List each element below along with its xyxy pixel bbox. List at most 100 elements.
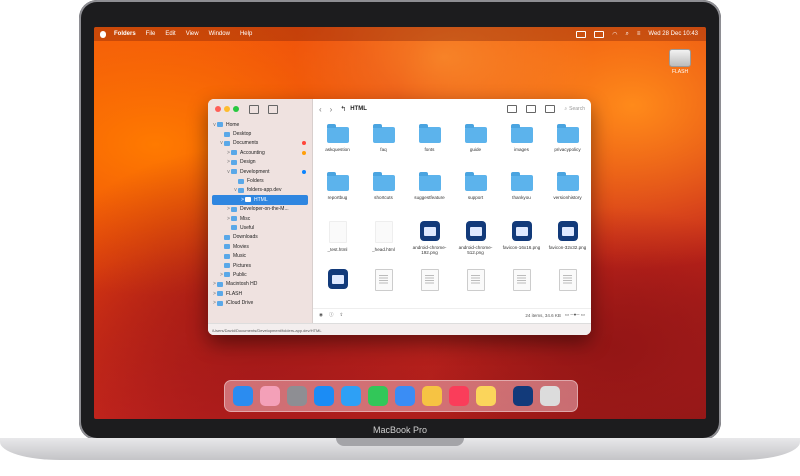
zoom-button[interactable] (233, 106, 239, 112)
file-item[interactable]: android-chrome-512.png (454, 217, 497, 265)
sidebar-item[interactable]: v Development (208, 167, 312, 176)
sidebar-item[interactable]: > Macintosh HD (208, 280, 312, 289)
music-icon[interactable] (449, 386, 469, 406)
sidebar-item[interactable]: > iCloud Drive (208, 298, 312, 307)
menu-help[interactable]: Help (240, 31, 252, 37)
sidebar-item[interactable]: > Developer-on-the-M... (208, 205, 312, 214)
finder-icon[interactable] (233, 386, 253, 406)
menu-app-name[interactable]: Folders (114, 31, 136, 37)
search-field[interactable]: ⌕ Search (564, 106, 585, 112)
file-item[interactable]: shortcuts (362, 169, 405, 217)
sidebar-item-label: FLASH (226, 290, 243, 297)
file-item[interactable]: thankyou (500, 169, 543, 217)
photos-icon[interactable] (422, 386, 442, 406)
sidebar-item[interactable]: v Home (208, 120, 312, 129)
sidebar-item[interactable]: > Design (208, 158, 312, 167)
file-item[interactable]: _test.html (316, 217, 359, 265)
file-item[interactable]: favicon-16x16.png (500, 217, 543, 265)
icon-size-slider[interactable]: ▭ ─●─ ▭ (565, 312, 585, 318)
file-item[interactable]: fonts (408, 121, 451, 169)
file-item[interactable]: images (500, 121, 543, 169)
file-item[interactable] (408, 265, 451, 313)
sidebar-item[interactable]: v folders-app.dev (208, 186, 312, 195)
sidebar-item[interactable]: > Public (208, 270, 312, 279)
file-item[interactable]: android-chrome-192.png (408, 217, 451, 265)
folder-icon (217, 122, 223, 128)
sidebar-item[interactable]: > Misc (208, 214, 312, 223)
folder-icon (238, 187, 244, 193)
sidebar-item[interactable]: v Documents (208, 139, 312, 148)
folder-icon (217, 281, 223, 287)
launchpad-icon[interactable] (260, 386, 280, 406)
sidebar-item[interactable]: Music (208, 251, 312, 260)
sort-icon[interactable] (545, 105, 556, 113)
system-settings-icon[interactable] (287, 386, 307, 406)
view-options-icon[interactable] (526, 105, 537, 113)
desktop-drive-flash[interactable]: FLASH (666, 49, 694, 75)
sidebar-item-label: Downloads (233, 234, 258, 241)
sidebar-item[interactable]: > HTML (212, 195, 308, 205)
eye-icon[interactable]: ◉ (319, 312, 323, 318)
menu-file[interactable]: File (146, 31, 156, 37)
file-item[interactable]: faq (362, 121, 405, 169)
new-tab-icon[interactable] (268, 105, 278, 114)
sidebar-item[interactable]: Folders (208, 176, 312, 185)
share-icon[interactable]: ⇪ (339, 312, 343, 318)
messages-icon[interactable] (368, 386, 388, 406)
trash-icon[interactable] (540, 386, 560, 406)
sidebar-item[interactable]: Pictures (208, 261, 312, 270)
menu-edit[interactable]: Edit (165, 31, 175, 37)
menu-clock[interactable]: Wed 28 Dec 10:43 (648, 31, 698, 37)
sidebar-item[interactable]: Downloads (208, 233, 312, 242)
folders-status-icon[interactable] (576, 30, 587, 38)
notes-icon[interactable] (476, 386, 496, 406)
battery-icon[interactable] (594, 30, 605, 38)
minimize-button[interactable] (224, 106, 230, 112)
file-item[interactable] (500, 265, 543, 313)
file-item[interactable]: _head.html (362, 217, 405, 265)
sidebar-item[interactable]: > Accounting (208, 148, 312, 157)
sidebar-toggle-icon[interactable] (249, 105, 259, 114)
file-name: support (467, 195, 484, 200)
dock (224, 380, 578, 412)
file-item[interactable]: support (454, 169, 497, 217)
menu-view[interactable]: View (186, 31, 199, 37)
file-item[interactable]: favicon-32x32.png (546, 217, 589, 265)
color-tag-icon (302, 169, 306, 174)
sidebar-item[interactable]: Movies (208, 242, 312, 251)
sidebar-item[interactable]: Useful (208, 223, 312, 232)
folders-app-icon[interactable] (513, 386, 533, 406)
file-item[interactable] (316, 265, 359, 313)
forward-icon[interactable]: › (330, 105, 333, 114)
file-item[interactable] (546, 265, 589, 313)
file-item[interactable]: askquestion (316, 121, 359, 169)
apple-icon[interactable] (100, 30, 106, 38)
search-icon[interactable]: ⌕ (626, 31, 629, 38)
finder-window: v Home Desktop v Documents > Accounting > Design… (208, 99, 591, 335)
menu-window[interactable]: Window (209, 31, 230, 37)
back-icon[interactable]: ‹ (319, 105, 322, 114)
sidebar-item[interactable]: Desktop (208, 129, 312, 138)
folder-icon (464, 172, 487, 191)
control-center-icon[interactable]: ≡ (637, 31, 641, 37)
file-item[interactable]: privacypolicy (546, 121, 589, 169)
image-file-icon (465, 221, 486, 241)
new-folder-icon[interactable] (507, 105, 518, 113)
file-item[interactable]: versionhistory (546, 169, 589, 217)
folder-icon (224, 244, 230, 250)
close-button[interactable] (215, 106, 221, 112)
file-item[interactable]: guide (454, 121, 497, 169)
file-item[interactable] (454, 265, 497, 313)
file-item[interactable]: reportbug (316, 169, 359, 217)
window-title: HTML (350, 106, 367, 112)
file-item[interactable] (362, 265, 405, 313)
mail-icon[interactable] (395, 386, 415, 406)
safari-icon[interactable] (341, 386, 361, 406)
image-file-icon (419, 221, 440, 241)
wifi-icon[interactable]: ◠ (612, 31, 617, 38)
file-name: suggestfeature (414, 195, 445, 200)
app-store-icon[interactable] (314, 386, 334, 406)
info-icon[interactable]: ⓘ (329, 312, 334, 318)
sidebar-item[interactable]: > FLASH (208, 289, 312, 298)
file-item[interactable]: suggestfeature (408, 169, 451, 217)
